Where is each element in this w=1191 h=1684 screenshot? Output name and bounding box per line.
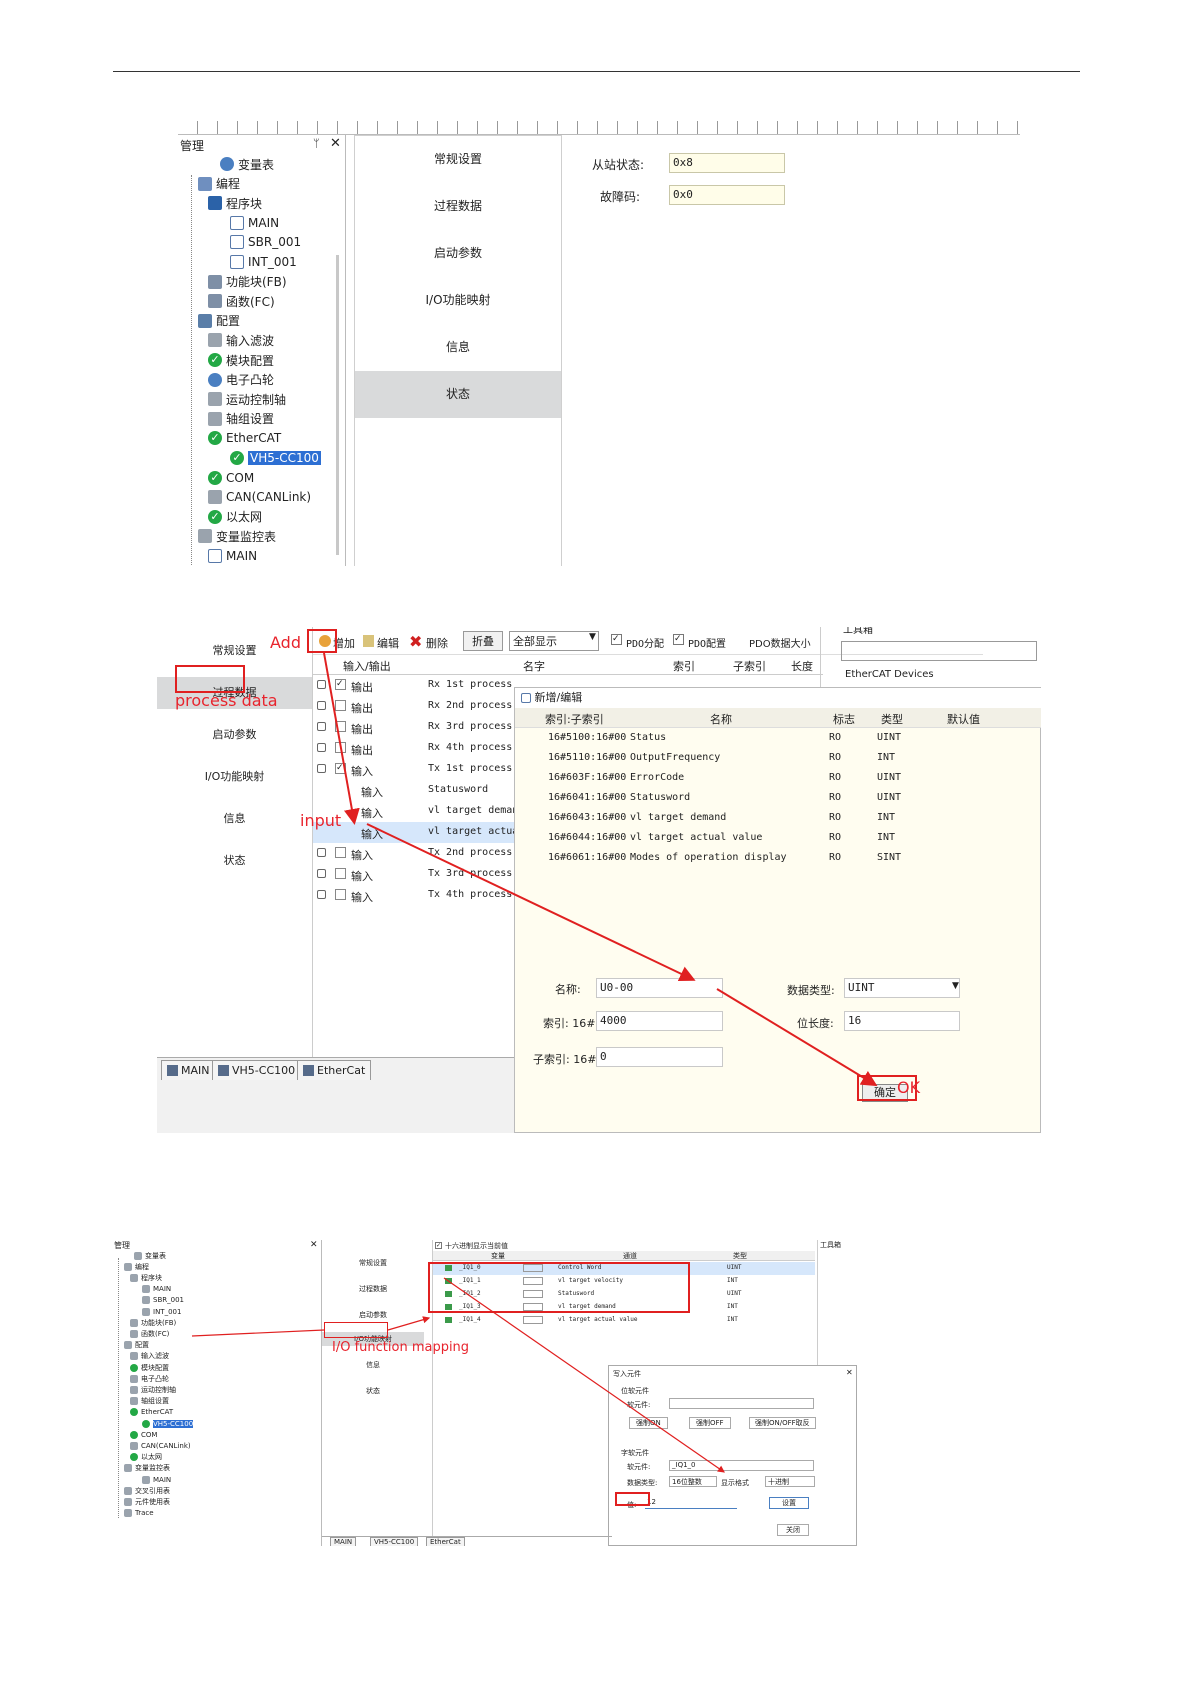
project-tree: 变量表编程程序块 MAIN SBR_001 INT_001 功能块(FB) 函数(FC) 配…	[178, 155, 346, 566]
axis-icon	[208, 392, 222, 407]
cam-icon	[208, 372, 222, 387]
tree-guide-line	[191, 175, 192, 565]
arrow-add-to-input	[323, 652, 360, 825]
manager-panel: 管理 ᛘ ✕ 变量表编程程序块 MAIN SBR_001 INT_001 功能块(FB)…	[178, 135, 346, 566]
arrow-name-to-ok	[716, 988, 878, 1087]
gear-icon	[208, 411, 222, 426]
check-icon: ✓	[208, 509, 222, 524]
fc-icon	[208, 294, 222, 309]
tree-item-label: 函数(FC)	[226, 294, 275, 309]
tree-item[interactable]: MAIN	[230, 214, 279, 232]
program-icon	[198, 176, 212, 191]
sidebar-item[interactable]: 信息	[355, 324, 561, 371]
tree-item[interactable]: ✓ 模块配置	[208, 351, 274, 369]
tree-item-label: 变量表	[238, 157, 275, 172]
sidebar-item[interactable]: 启动参数	[355, 230, 561, 277]
tree-item-label: 以太网	[226, 510, 263, 525]
tree-item[interactable]: 程序块	[208, 194, 262, 212]
tree-item-label: MAIN	[248, 215, 280, 230]
tree-item[interactable]: 运动控制轴	[208, 390, 286, 408]
tree-item[interactable]: INT_001	[230, 253, 297, 271]
tree-item[interactable]: 变量监控表	[198, 527, 276, 545]
tree-item-label: 编程	[216, 177, 241, 192]
tree-item-label: 程序块	[226, 196, 263, 211]
tree-item-label: EtherCAT	[226, 431, 282, 446]
status-panel: 从站状态: 0x8 故障码: 0x0	[562, 135, 1020, 566]
settings-sidebar: 常规设置 过程数据 启动参数 I/O功能映射 信息 状态	[354, 135, 562, 566]
tree-item[interactable]: 轴组设置	[208, 410, 274, 428]
tree-item[interactable]: 编程	[198, 175, 240, 193]
manager-panel-title: 管理	[180, 139, 205, 153]
figure-2-screenshot: 常规设置 过程数据 启动参数 I/O功能映射 信息 状态 增加 编辑 ✖ 删除 折叠 全部…	[157, 627, 1041, 1133]
tree-item[interactable]: 配置	[198, 312, 240, 330]
arrow-mapping-to-rows	[387, 1316, 431, 1331]
doc-icon	[230, 235, 244, 250]
network-icon	[208, 490, 222, 505]
tree-item[interactable]: ✓ 以太网	[208, 508, 262, 526]
filter-icon	[208, 333, 222, 348]
block-icon	[208, 196, 222, 211]
config-icon	[198, 313, 212, 328]
tree-item[interactable]: SBR_001	[230, 233, 301, 251]
variable-table-icon	[220, 157, 234, 171]
fb-icon	[208, 274, 222, 289]
tree-item[interactable]: MAIN	[208, 547, 257, 565]
pin-icon[interactable]: ᛘ	[313, 137, 320, 150]
doc-icon	[230, 215, 244, 230]
page-header-rule	[113, 71, 1080, 72]
tree-item-label: SBR_001	[248, 235, 302, 250]
sidebar-item[interactable]: 常规设置	[355, 136, 561, 183]
check-icon: ✓	[208, 353, 222, 367]
tree-scrollbar[interactable]	[336, 255, 339, 555]
sidebar-item[interactable]: 过程数据	[355, 183, 561, 230]
annotation-arrows	[323, 652, 878, 1087]
figure-3-screenshot: 管理 ✕ 变量表 编程 程序块 MAIN SBR_001 INT_001 功能块(FB) 函数…	[114, 1240, 857, 1546]
tree-item[interactable]: 电子凸轮	[208, 371, 274, 389]
tree-item[interactable]: CAN(CANLink)	[208, 488, 311, 506]
check-icon: ✓	[208, 431, 222, 446]
sidebar-item[interactable]: 状态	[355, 371, 561, 418]
tree-item-label: 电子凸轮	[226, 373, 275, 388]
tree-item-label: 功能块(FB)	[226, 275, 287, 290]
ruler-bar	[178, 121, 1020, 135]
tree-item-label: 运动控制轴	[226, 392, 287, 407]
doc-icon	[208, 549, 222, 563]
monitor-icon	[198, 529, 212, 544]
arrow-device-to-mapping	[191, 1329, 325, 1337]
status-field-label: 从站状态:	[592, 158, 645, 172]
tree-item-label: 模块配置	[226, 353, 275, 368]
tree-item[interactable]: ✓ COM	[208, 469, 254, 487]
tree-item-label: 变量监控表	[216, 529, 277, 544]
tree-item[interactable]: ✓ EtherCAT	[208, 429, 281, 447]
arrow-row-to-write	[443, 1277, 725, 1473]
tree-item[interactable]: 函数(FC)	[208, 292, 275, 310]
tree-item-label: MAIN	[226, 549, 258, 563]
annotation-arrows-3	[191, 1277, 725, 1473]
tree-item-label: CAN(CANLink)	[226, 490, 312, 505]
tree-item[interactable]: ✓ VH5-CC100	[230, 449, 321, 467]
tree-item-label: COM	[226, 470, 255, 485]
tree-item[interactable]: 变量表	[220, 155, 274, 173]
doc-icon	[230, 255, 244, 269]
sidebar-item[interactable]: I/O功能映射	[355, 277, 561, 324]
check-icon: ✓	[230, 451, 244, 465]
tree-item[interactable]: 功能块(FB)	[208, 273, 287, 291]
status-field-value: 0x0	[669, 185, 785, 205]
tree-item[interactable]: 输入滤波	[208, 331, 274, 349]
figure-1-screenshot: 管理 ᛘ ✕ 变量表编程程序块 MAIN SBR_001 INT_001 功能块(FB)…	[178, 121, 1020, 566]
close-icon[interactable]: ✕	[330, 136, 341, 151]
tree-item-label: 输入滤波	[226, 333, 275, 348]
arrow-input-to-name	[366, 823, 696, 982]
tree-item-label: INT_001	[248, 255, 297, 269]
tree-item-label: 配置	[216, 314, 241, 329]
status-field-value: 0x8	[669, 153, 785, 173]
status-field-label: 故障码:	[600, 190, 641, 204]
tree-item-label: 轴组设置	[226, 412, 275, 427]
check-icon: ✓	[208, 470, 222, 485]
tree-item-label: VH5-CC100	[248, 451, 321, 465]
